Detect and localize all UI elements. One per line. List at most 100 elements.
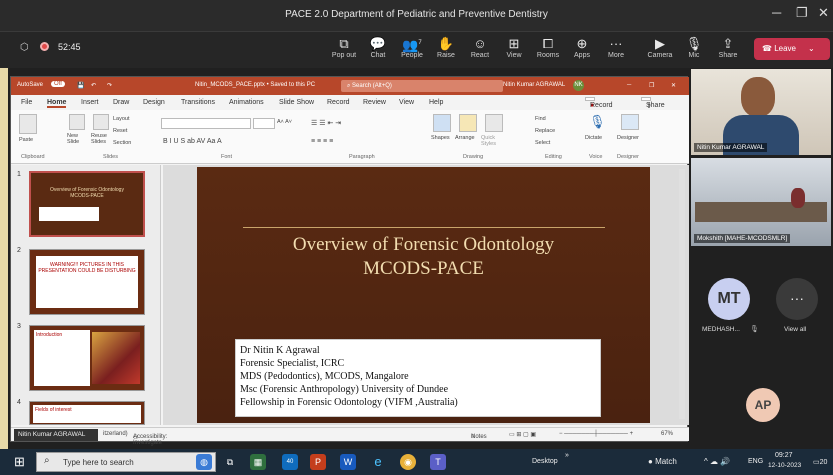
arrange-button[interactable]: Arrange bbox=[455, 135, 475, 141]
replace-button[interactable]: Replace bbox=[535, 128, 555, 134]
section-button[interactable]: Section bbox=[113, 140, 131, 146]
arrange-icon[interactable] bbox=[459, 114, 477, 132]
ppt-share-button[interactable]: ⇪ Share bbox=[641, 97, 665, 110]
menu-review[interactable]: Review bbox=[363, 99, 386, 106]
mic-button[interactable]: 🎙 Mic bbox=[676, 35, 712, 59]
chrome-app-icon[interactable]: ◉ bbox=[400, 454, 416, 470]
menu-help[interactable]: Help bbox=[429, 99, 443, 106]
record-button[interactable]: ● Record bbox=[585, 97, 613, 109]
share-button[interactable]: ⇪ Share bbox=[710, 35, 746, 59]
quick-styles-icon[interactable] bbox=[485, 114, 503, 132]
new-slide-button[interactable]: New Slide bbox=[67, 133, 89, 145]
task-view-icon[interactable]: ⧉ bbox=[222, 454, 238, 470]
paste-icon[interactable] bbox=[19, 114, 37, 134]
shapes-icon[interactable] bbox=[433, 114, 451, 132]
menu-file[interactable]: File bbox=[21, 99, 32, 106]
participant-video-1[interactable]: Nitin Kumar AGRAWAL bbox=[691, 69, 831, 155]
author-textbox[interactable]: Dr Nitin K Agrawal Forensic Specialist, … bbox=[235, 339, 601, 417]
paste-button[interactable]: Paste bbox=[19, 137, 33, 143]
close-button[interactable]: ✕ bbox=[818, 5, 829, 21]
ppt-minimize[interactable]: ─ bbox=[627, 82, 631, 88]
font-grow-icon[interactable]: A˄ A˅ bbox=[277, 119, 292, 125]
powerpoint-app-icon[interactable]: P bbox=[310, 454, 326, 470]
thumbnail-2[interactable]: WARNING!!! PICTURES IN THIS PRESENTATION… bbox=[29, 249, 145, 315]
ppt-search-box[interactable]: ⌕ Search (Alt+Q) bbox=[341, 80, 503, 92]
thumbnail-3[interactable]: Introduction bbox=[29, 325, 145, 391]
view-buttons[interactable]: ▭ ⊞ ▢ ▣ bbox=[509, 431, 536, 438]
more-button[interactable]: ··· More bbox=[598, 35, 634, 59]
view-all-label[interactable]: View all bbox=[784, 326, 806, 333]
shapes-button[interactable]: Shapes bbox=[431, 135, 450, 141]
designer-icon[interactable] bbox=[621, 114, 639, 130]
rooms-button[interactable]: ⧠ Rooms bbox=[530, 35, 566, 59]
windows-start-icon[interactable]: ⊞ bbox=[14, 454, 25, 470]
calendar-app-icon[interactable]: ▦ bbox=[250, 454, 266, 470]
taskbar-search[interactable]: Type here to search bbox=[36, 452, 216, 472]
clock-time[interactable]: 09:27 bbox=[775, 452, 793, 459]
reuse-slides-button[interactable]: Reuse Slides bbox=[91, 133, 113, 145]
menu-transitions[interactable]: Transitions bbox=[181, 99, 215, 106]
chat-button[interactable]: 💬 Chat bbox=[360, 35, 396, 59]
zoom-level[interactable]: 67% bbox=[661, 431, 673, 437]
clock-date[interactable]: 12-10-2023 bbox=[768, 462, 801, 469]
bullets-icon[interactable]: ☰ ☰ ⇤ ⇥ bbox=[311, 119, 341, 127]
font-size-box[interactable] bbox=[253, 118, 275, 129]
thumbnail-1[interactable]: Overview of Forensic Odontology MCODS-PA… bbox=[29, 171, 145, 237]
new-slide-icon[interactable] bbox=[69, 114, 85, 130]
find-button[interactable]: Find bbox=[535, 116, 546, 122]
vertical-scrollbar[interactable] bbox=[679, 169, 685, 419]
quick-styles-button[interactable]: Quick Styles bbox=[481, 135, 509, 147]
participant-avatar-mt[interactable]: MT bbox=[708, 278, 750, 320]
select-button[interactable]: Select bbox=[535, 140, 550, 146]
dictate-button[interactable]: Dictate bbox=[585, 135, 602, 141]
undo-icon[interactable]: ↶ bbox=[91, 82, 96, 89]
participant-video-2[interactable]: Mokshith [MAHE-MCODSMLR] bbox=[691, 158, 831, 246]
leave-button[interactable]: ☎ Leave ⌄ bbox=[754, 38, 830, 60]
view-button[interactable]: ⊞ View bbox=[496, 35, 532, 59]
menu-view[interactable]: View bbox=[399, 99, 414, 106]
notification-center[interactable]: ▭20 bbox=[813, 458, 827, 466]
current-slide[interactable]: Overview of Forensic Odontology MCODS-PA… bbox=[197, 167, 650, 423]
taskbar-app-icon[interactable]: ◍ bbox=[196, 454, 212, 470]
menu-draw[interactable]: Draw bbox=[113, 99, 129, 106]
participant-avatar-ap[interactable]: AP bbox=[746, 388, 780, 422]
word-app-icon[interactable]: W bbox=[340, 454, 356, 470]
font-format-row[interactable]: B I U S ab AV Aa A bbox=[163, 138, 222, 145]
minimize-button[interactable]: ─ bbox=[772, 5, 781, 20]
save-icon[interactable]: 💾 bbox=[77, 82, 84, 89]
menu-insert[interactable]: Insert bbox=[81, 99, 99, 106]
autosave-toggle[interactable]: Off bbox=[51, 81, 65, 87]
tray-icons[interactable]: ^ ☁ 🔊 bbox=[704, 457, 730, 466]
language-indicator[interactable]: ENG bbox=[748, 458, 763, 465]
thumbnail-4[interactable]: Fields of interest bbox=[29, 401, 145, 425]
zoom-slider[interactable]: − ───────┼─────── + bbox=[559, 431, 633, 437]
reuse-slides-icon[interactable] bbox=[93, 114, 109, 130]
menu-home[interactable]: Home bbox=[47, 99, 67, 108]
apps-button[interactable]: ⊕ Apps bbox=[564, 35, 600, 59]
redo-icon[interactable]: ↷ bbox=[107, 82, 112, 89]
maximize-button[interactable]: ❐ bbox=[796, 5, 808, 21]
reset-button[interactable]: Reset bbox=[113, 128, 127, 134]
weather-widget[interactable]: ● Match bbox=[648, 457, 677, 466]
layout-button[interactable]: Layout bbox=[113, 116, 130, 122]
desktop-chevron-icon[interactable]: » bbox=[565, 452, 569, 459]
mail-app-icon[interactable]: 40 bbox=[282, 454, 298, 470]
raise-hand-button[interactable]: ✋ Raise bbox=[428, 35, 464, 59]
align-icon[interactable]: ≡ ≡ ≡ ≡ bbox=[311, 138, 333, 145]
menu-animations[interactable]: Animations bbox=[229, 99, 264, 106]
user-avatar[interactable]: NK bbox=[573, 80, 584, 91]
menu-record[interactable]: Record bbox=[327, 99, 350, 106]
desktop-label[interactable]: Desktop bbox=[532, 458, 558, 465]
slide-title[interactable]: Overview of Forensic Odontology MCODS-PA… bbox=[197, 233, 650, 281]
teams-app-icon[interactable]: T bbox=[430, 454, 446, 470]
menu-slideshow[interactable]: Slide Show bbox=[279, 99, 314, 106]
edge-app-icon[interactable]: e bbox=[370, 454, 386, 470]
ppt-restore[interactable]: ❐ bbox=[649, 82, 654, 89]
pop-out-button[interactable]: ⧉ Pop out bbox=[326, 35, 362, 59]
people-button[interactable]: 👥7 People bbox=[394, 35, 430, 59]
designer-button[interactable]: Designer bbox=[617, 135, 639, 141]
microphone-icon[interactable]: 🎙 bbox=[589, 114, 606, 130]
react-button[interactable]: ☺ React bbox=[462, 35, 498, 59]
camera-button[interactable]: ▶ Camera bbox=[642, 35, 678, 59]
menu-design[interactable]: Design bbox=[143, 99, 165, 106]
